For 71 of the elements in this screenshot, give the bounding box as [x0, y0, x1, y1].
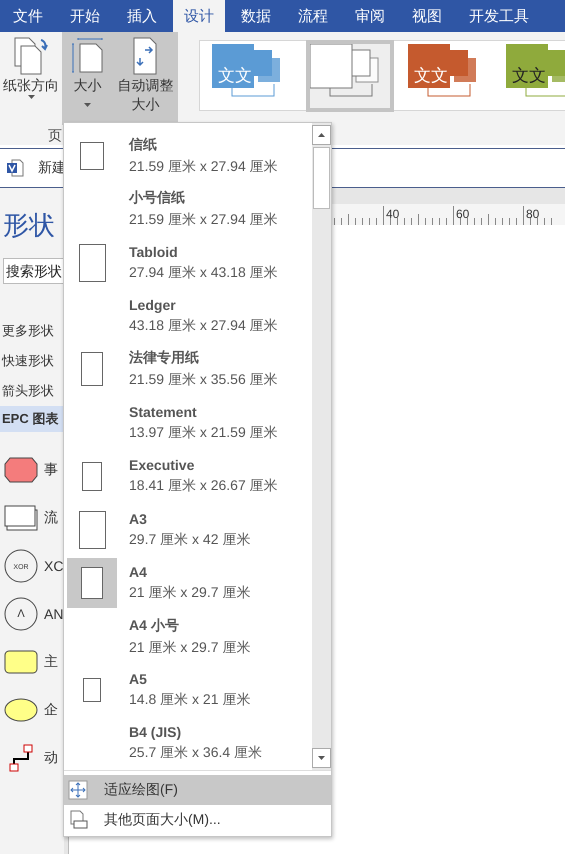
ribbon-tab[interactable]: 视图	[401, 0, 453, 32]
page-size-option[interactable]: B4 (JIS) 25.7 厘米 x 36.4 厘米	[64, 716, 312, 770]
page-size-option[interactable]: A4 小号 21 厘米 x 29.7 厘米	[64, 610, 312, 664]
page-size-option[interactable]: Statement 13.97 厘米 x 21.59 厘米	[64, 396, 312, 450]
page-size-option[interactable]: A5 14.8 厘米 x 21 厘米	[64, 663, 312, 717]
theme-thumbnail[interactable]: 文文	[502, 40, 565, 112]
paper-preview-icon	[80, 142, 104, 170]
shape-item[interactable]: 流	[0, 494, 64, 542]
shape-item[interactable]: 主	[0, 638, 64, 686]
ribbon-tab[interactable]: 审阅	[344, 0, 396, 32]
hexagon-icon	[4, 457, 38, 483]
fit-arrows-icon	[68, 780, 88, 800]
circle-icon: Λ	[4, 597, 38, 631]
ruler-number: 80	[526, 207, 540, 221]
page-size-option[interactable]: Ledger 43.18 厘米 x 27.94 厘米	[64, 289, 312, 343]
group-label: 页	[47, 126, 62, 145]
page-size-option[interactable]: Executive 18.41 厘米 x 26.67 厘米	[64, 450, 312, 503]
panel-title: 形状	[2, 209, 56, 242]
stencil-link[interactable]: 更多形状	[0, 316, 64, 346]
menu-command[interactable]: 其他页面大小(M)...	[64, 805, 331, 835]
ribbon-tab[interactable]: 开发工具	[458, 0, 540, 32]
theme-sample-text: 文文	[218, 64, 252, 86]
paper-preview-icon	[83, 678, 101, 702]
down-arrow-icon	[318, 756, 325, 760]
ribbon-tab[interactable]: 数据	[230, 0, 282, 32]
shape-item[interactable]: 事	[0, 446, 64, 494]
theme-sample-text: 文文	[512, 64, 546, 86]
caret-icon	[84, 103, 92, 107]
stencil-header[interactable]: EPC 图表	[0, 406, 64, 432]
paper-preview-icon	[81, 352, 103, 386]
orientation-button[interactable]: 纸张方向	[0, 32, 62, 125]
paper-preview-icon	[78, 244, 106, 282]
shape-item[interactable]: 企	[0, 686, 64, 734]
ribbon-tab[interactable]: 设计	[173, 0, 225, 32]
ruler-number: 60	[456, 207, 470, 221]
paper-preview-icon	[81, 567, 103, 600]
shape-item[interactable]: 动	[0, 734, 64, 782]
theme-sample-text: 文文	[414, 64, 448, 86]
page-size-option[interactable]: A4 21 厘米 x 29.7 厘米	[64, 556, 312, 610]
page-size-option[interactable]: 信纸 21.59 厘米 x 27.94 厘米	[64, 129, 312, 182]
ruler-number: 40	[386, 207, 400, 221]
search-field[interactable]: 搜索形状	[3, 258, 64, 284]
page-size-option[interactable]: 小号信纸 21.59 厘米 x 27.94 厘米	[64, 182, 312, 236]
theme-thumbnail[interactable]: 文文	[404, 40, 492, 112]
scroll-up-button[interactable]	[312, 125, 331, 145]
ribbon-tab[interactable]: 流程	[287, 0, 339, 32]
scroll-down-button[interactable]	[312, 748, 331, 768]
stencil-link[interactable]: 箭头形状	[0, 376, 64, 406]
size-button[interactable]: 大小	[62, 32, 114, 125]
paper-preview-icon	[78, 510, 106, 549]
scrollbar[interactable]	[312, 123, 331, 770]
rounded-rectangle-icon	[4, 650, 38, 674]
page-size-option[interactable]: Tabloid 27.94 厘米 x 43.18 厘米	[64, 236, 312, 290]
stencil-link[interactable]: 快速形状	[0, 346, 64, 376]
page-setup-icon	[68, 810, 88, 830]
autofit-button[interactable]: 自动调整大小	[113, 32, 178, 125]
up-arrow-icon	[318, 133, 325, 137]
shape-item[interactable]: Λ AN	[0, 590, 64, 638]
scroll-thumb[interactable]	[313, 147, 330, 209]
visio-file-icon	[6, 159, 24, 177]
menu-command[interactable]: 适应绘图(F)	[64, 775, 331, 805]
document-stack-icon	[4, 505, 38, 531]
theme-thumbnail[interactable]	[306, 40, 394, 112]
page-size-option[interactable]: A3 29.7 厘米 x 42 厘米	[64, 502, 312, 556]
ribbon-tab[interactable]: 开始	[59, 0, 111, 32]
ribbon-tab[interactable]: 插入	[116, 0, 168, 32]
paper-preview-icon	[82, 462, 102, 491]
caret-icon	[28, 95, 34, 99]
ellipse-icon	[4, 698, 38, 722]
ribbon-tab[interactable]: 文件	[2, 0, 54, 32]
page-size-option[interactable]: 法律专用纸 21.59 厘米 x 35.56 厘米	[64, 342, 312, 396]
